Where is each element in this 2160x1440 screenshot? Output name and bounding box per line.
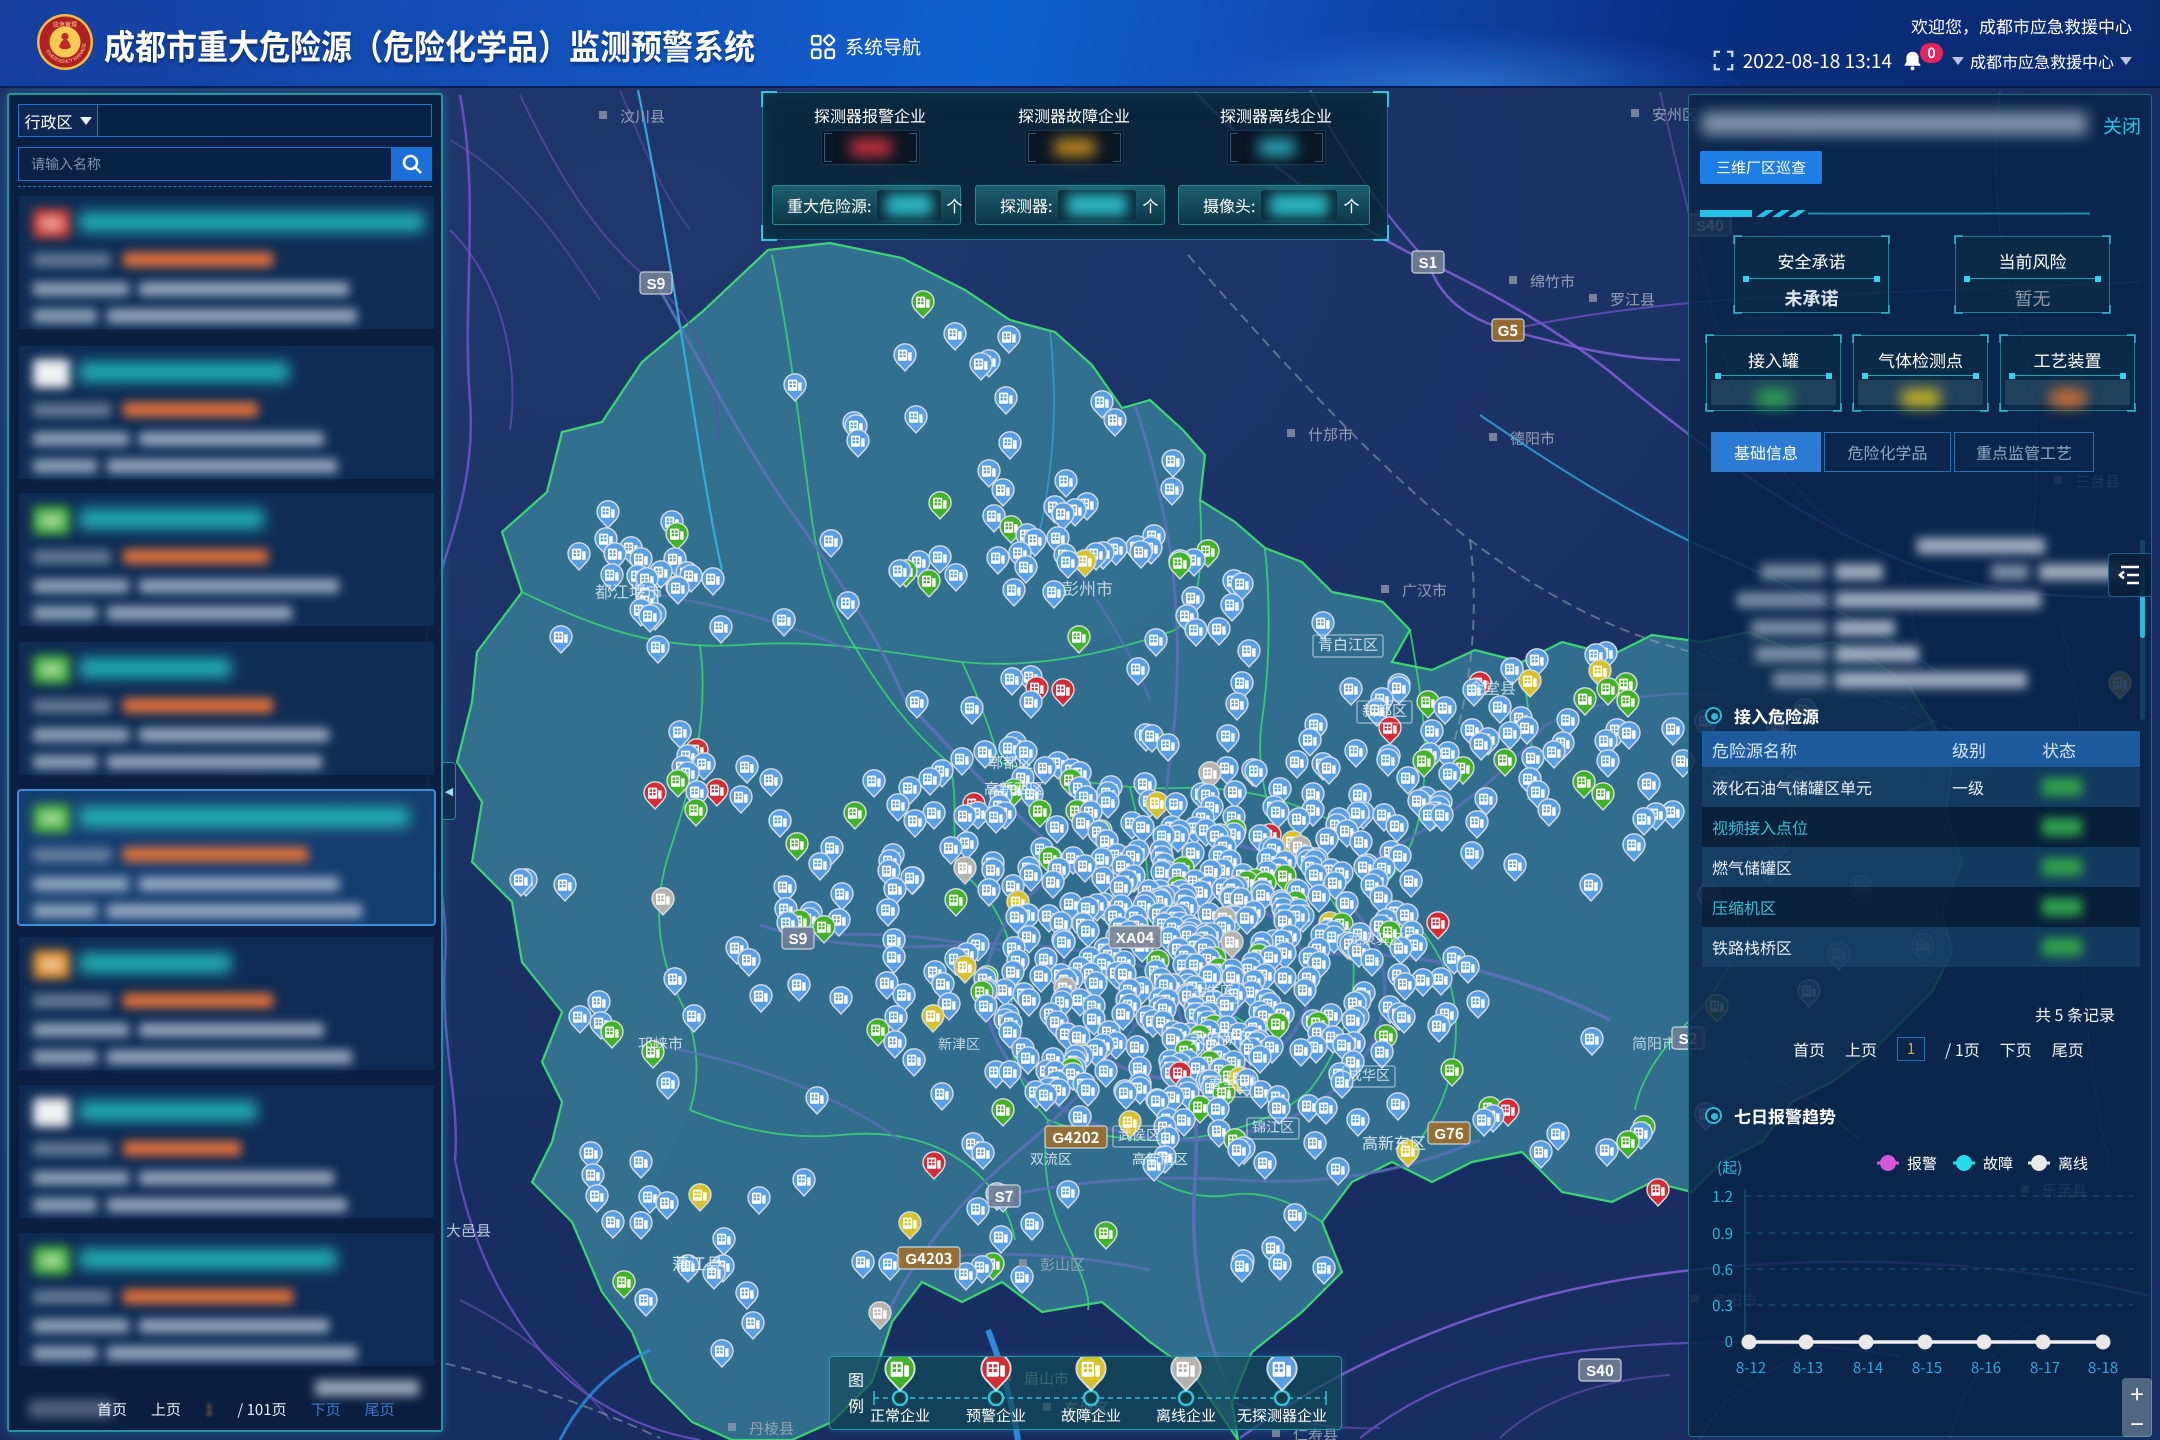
svg-text:什邡市: 什邡市 xyxy=(1308,424,1353,445)
svg-text:G4203: G4203 xyxy=(905,1248,952,1269)
svg-text:广汉市: 广汉市 xyxy=(1402,580,1447,601)
svg-text:(起): (起) xyxy=(1717,1157,1742,1178)
svg-text:报警: 报警 xyxy=(1907,1153,1937,1174)
svg-text:彭州市: 彭州市 xyxy=(1062,575,1113,600)
svg-text:邛崃市: 邛崃市 xyxy=(638,1033,683,1054)
svg-text:0: 0 xyxy=(1725,1331,1733,1352)
svg-text:彭山区: 彭山区 xyxy=(1040,1254,1085,1275)
svg-text:汶川县: 汶川县 xyxy=(620,106,665,127)
svg-text:0.6: 0.6 xyxy=(1712,1259,1733,1280)
svg-text:故障: 故障 xyxy=(1983,1153,2013,1174)
svg-text:G5: G5 xyxy=(1498,320,1519,341)
svg-text:青白江区: 青白江区 xyxy=(1318,634,1378,655)
svg-text:8-14: 8-14 xyxy=(1853,1357,1883,1378)
svg-text:G4202: G4202 xyxy=(1052,1127,1099,1148)
svg-text:丹棱县: 丹棱县 xyxy=(749,1418,794,1439)
svg-text:绵竹市: 绵竹市 xyxy=(1530,271,1575,292)
svg-text:离线: 离线 xyxy=(2058,1153,2088,1174)
svg-text:青羊区: 青羊区 xyxy=(1208,1075,1250,1095)
svg-text:S40: S40 xyxy=(1586,1360,1614,1381)
svg-text:新都区: 新都区 xyxy=(1362,700,1407,721)
svg-text:郫都区: 郫都区 xyxy=(988,752,1033,773)
svg-text:8-15: 8-15 xyxy=(1912,1357,1942,1378)
svg-text:德阳市: 德阳市 xyxy=(1510,428,1555,449)
svg-text:8-16: 8-16 xyxy=(1971,1357,2001,1378)
svg-text:XA04: XA04 xyxy=(1116,927,1155,948)
svg-text:蒲江县: 蒲江县 xyxy=(672,1250,723,1275)
svg-text:龙泉驿区: 龙泉驿区 xyxy=(1348,929,1404,949)
svg-text:天府新区: 天府新区 xyxy=(1190,1025,1254,1049)
svg-text:应急管理: 应急管理 xyxy=(53,20,77,29)
svg-text:8-18: 8-18 xyxy=(2088,1357,2118,1378)
svg-text:金堂县: 金堂县 xyxy=(1468,675,1516,699)
svg-text:0.3: 0.3 xyxy=(1712,1295,1733,1316)
svg-text:武侯区: 武侯区 xyxy=(1118,1125,1160,1145)
svg-text:8-17: 8-17 xyxy=(2030,1357,2060,1378)
svg-text:新津区: 新津区 xyxy=(938,1034,980,1054)
svg-text:高新西区: 高新西区 xyxy=(984,778,1044,799)
svg-text:都江堰市: 都江堰市 xyxy=(595,578,663,603)
svg-text:G76: G76 xyxy=(1434,1123,1464,1144)
svg-text:成华区: 成华区 xyxy=(1348,1065,1390,1085)
svg-text:高新东区: 高新东区 xyxy=(1362,1130,1426,1154)
svg-text:大邑县: 大邑县 xyxy=(446,1220,491,1241)
svg-text:罗江县: 罗江县 xyxy=(1610,289,1655,310)
svg-text:S9: S9 xyxy=(789,928,808,949)
svg-text:8-13: 8-13 xyxy=(1793,1357,1823,1378)
svg-text:锦江区: 锦江区 xyxy=(1252,1117,1294,1137)
svg-text:高新南区: 高新南区 xyxy=(1132,1149,1188,1169)
svg-text:S7: S7 xyxy=(995,1186,1014,1207)
svg-text:1.2: 1.2 xyxy=(1712,1186,1733,1207)
svg-text:S9: S9 xyxy=(647,273,666,294)
svg-text:双流区: 双流区 xyxy=(1030,1149,1072,1169)
svg-text:0.9: 0.9 xyxy=(1712,1223,1733,1244)
svg-text:S1: S1 xyxy=(1419,252,1438,273)
svg-text:金牛区: 金牛区 xyxy=(1192,981,1234,1001)
svg-text:8-12: 8-12 xyxy=(1736,1357,1766,1378)
